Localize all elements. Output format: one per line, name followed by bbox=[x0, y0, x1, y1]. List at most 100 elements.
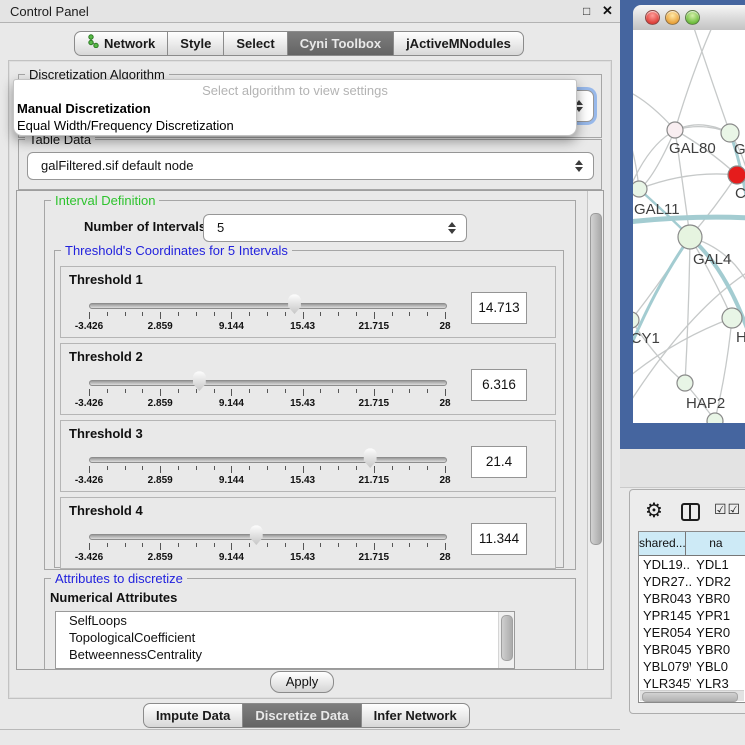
vertical-scrollbar[interactable] bbox=[587, 191, 603, 669]
dropdown-item-equal-width-frequency[interactable]: Equal Width/Frequency Discretization bbox=[17, 118, 576, 133]
network-node[interactable] bbox=[633, 312, 639, 328]
column-header-shared-name[interactable]: shared... bbox=[639, 532, 686, 555]
tab-label: Network bbox=[104, 32, 155, 55]
table-cell[interactable]: YBL0 bbox=[691, 658, 745, 675]
table-body: YDL19...YDL1YDR27...YDR2YBR043CYBR0YPR14… bbox=[639, 556, 745, 703]
slider-track[interactable] bbox=[89, 457, 447, 463]
slider-tick bbox=[231, 466, 232, 473]
table-cell[interactable]: YER054C bbox=[639, 624, 691, 641]
table-cell[interactable]: YBR045C bbox=[639, 641, 691, 658]
tab-cyni-toolbox[interactable]: Cyni Toolbox bbox=[288, 31, 394, 56]
split-columns-icon[interactable] bbox=[681, 503, 700, 521]
scrollbar-thumb[interactable] bbox=[590, 213, 602, 545]
list-vertical-scrollbar[interactable] bbox=[498, 612, 514, 668]
zoom-traffic-light[interactable] bbox=[685, 10, 700, 25]
table-cell[interactable]: YDL19... bbox=[639, 556, 691, 573]
apply-button[interactable]: Apply bbox=[270, 671, 334, 693]
table-row[interactable]: YDR27...YDR2 bbox=[639, 573, 745, 590]
table-cell[interactable]: YDR2 bbox=[691, 573, 745, 590]
slider-handle[interactable] bbox=[287, 294, 303, 314]
threshold-value-field[interactable]: 21.4 bbox=[471, 446, 527, 478]
slider-tick bbox=[303, 466, 304, 473]
table-cell[interactable]: YDL1 bbox=[691, 556, 745, 573]
slider-track[interactable] bbox=[89, 303, 447, 309]
num-intervals-value: 5 bbox=[217, 215, 224, 241]
float-icon[interactable]: □ bbox=[583, 4, 590, 18]
numerical-attributes-list[interactable]: SelfLoopsTopologicalCoefficientBetweenne… bbox=[55, 611, 515, 669]
threshold-row: Threshold 4-3.4262.8599.14415.4321.71528… bbox=[60, 497, 556, 569]
attribute-list-item[interactable]: TopologicalCoefficient bbox=[56, 629, 514, 646]
slider-track[interactable] bbox=[89, 380, 447, 386]
tab-jactivemnodules[interactable]: jActiveMNodules bbox=[394, 31, 524, 56]
network-node[interactable] bbox=[667, 122, 683, 138]
table-row[interactable]: YBR045CYBR0 bbox=[639, 641, 745, 658]
threshold-value-field[interactable]: 6.316 bbox=[471, 369, 527, 401]
dropdown-placeholder-item[interactable]: Select algorithm to view settings bbox=[14, 83, 576, 98]
network-node[interactable] bbox=[707, 413, 723, 423]
gear-icon[interactable]: ⚙ bbox=[645, 498, 663, 523]
horizontal-scrollbar[interactable] bbox=[640, 690, 744, 701]
network-node[interactable] bbox=[678, 225, 702, 249]
table-cell[interactable]: YER0 bbox=[691, 624, 745, 641]
network-node-label: C bbox=[735, 185, 745, 202]
table-row[interactable]: YDL19...YDL1 bbox=[639, 556, 745, 573]
slider-tick bbox=[427, 312, 428, 316]
table-cell[interactable]: YPR1 bbox=[691, 607, 745, 624]
attribute-list-item[interactable]: BetweennessCentrality bbox=[56, 646, 514, 663]
tab-network[interactable]: Network bbox=[74, 31, 168, 56]
slider-tick-label: 15.43 bbox=[279, 475, 327, 486]
combo-arrows-icon bbox=[575, 160, 583, 172]
tab-style[interactable]: Style bbox=[168, 31, 224, 56]
table-row[interactable]: YBR043CYBR0 bbox=[639, 590, 745, 607]
attribute-list-item[interactable]: SelfLoops bbox=[56, 612, 514, 629]
slider-handle[interactable] bbox=[191, 371, 207, 391]
table-cell[interactable]: YBL079W bbox=[639, 658, 691, 675]
network-node[interactable] bbox=[728, 166, 745, 184]
network-node[interactable] bbox=[633, 181, 647, 197]
slider-handle[interactable] bbox=[248, 525, 264, 545]
threshold-label: Threshold 4 bbox=[69, 503, 143, 518]
table-row[interactable]: YBL079WYBL0 bbox=[639, 658, 745, 675]
checkbox-icons[interactable]: ☑☑ bbox=[714, 501, 741, 518]
minimize-traffic-light[interactable] bbox=[665, 10, 680, 25]
num-intervals-spinner[interactable]: 5 bbox=[203, 214, 467, 242]
network-node-label: H bbox=[736, 329, 745, 346]
table-cell[interactable]: YPR145W bbox=[639, 607, 691, 624]
network-canvas[interactable]: GAL80GACGAL11GAL4GCY1HHAP2 bbox=[633, 30, 745, 423]
dropdown-item-manual-discretization[interactable]: Manual Discretization bbox=[17, 101, 576, 116]
table-cell[interactable]: YDR27... bbox=[639, 573, 691, 590]
slider-tick bbox=[107, 312, 108, 316]
network-window-titlebar[interactable] bbox=[633, 5, 745, 31]
table-row[interactable]: YPR145WYPR1 bbox=[639, 607, 745, 624]
network-node[interactable] bbox=[722, 308, 742, 328]
close-traffic-light[interactable] bbox=[645, 10, 660, 25]
network-node[interactable] bbox=[721, 124, 739, 142]
slider-tick bbox=[125, 543, 126, 547]
close-icon[interactable]: ✕ bbox=[602, 3, 613, 19]
slider-tick-label: 21.715 bbox=[350, 552, 398, 563]
tab-impute-data[interactable]: Impute Data bbox=[143, 703, 243, 728]
network-node[interactable] bbox=[677, 375, 693, 391]
table-cell[interactable]: YBR0 bbox=[691, 641, 745, 658]
slider-tick bbox=[285, 312, 286, 316]
table-data-combobox[interactable]: galFiltered.sif default node bbox=[27, 152, 594, 180]
tab-infer-network[interactable]: Infer Network bbox=[362, 703, 470, 728]
slider-tick-label: 2.859 bbox=[136, 552, 184, 563]
table-row[interactable]: YER054CYER0 bbox=[639, 624, 745, 641]
scrollbar-thumb[interactable] bbox=[501, 615, 513, 661]
slider-tick-label: 28 bbox=[421, 321, 469, 332]
tab-discretize-data[interactable]: Discretize Data bbox=[243, 703, 361, 728]
threshold-value-field[interactable]: 14.713 bbox=[471, 292, 527, 324]
column-header-name[interactable]: na bbox=[686, 532, 745, 555]
threshold-value-field[interactable]: 11.344 bbox=[471, 523, 527, 555]
network-node-label: GAL80 bbox=[669, 140, 716, 157]
table-cell[interactable]: YBR043C bbox=[639, 590, 691, 607]
slider-tick bbox=[320, 543, 321, 547]
slider-handle[interactable] bbox=[362, 448, 378, 468]
slider-tick bbox=[303, 543, 304, 550]
tab-select[interactable]: Select bbox=[224, 31, 287, 56]
table-cell[interactable]: YBR0 bbox=[691, 590, 745, 607]
slider-track[interactable] bbox=[89, 534, 447, 540]
slider-tick bbox=[89, 389, 90, 396]
scrollbar-thumb[interactable] bbox=[642, 692, 738, 702]
